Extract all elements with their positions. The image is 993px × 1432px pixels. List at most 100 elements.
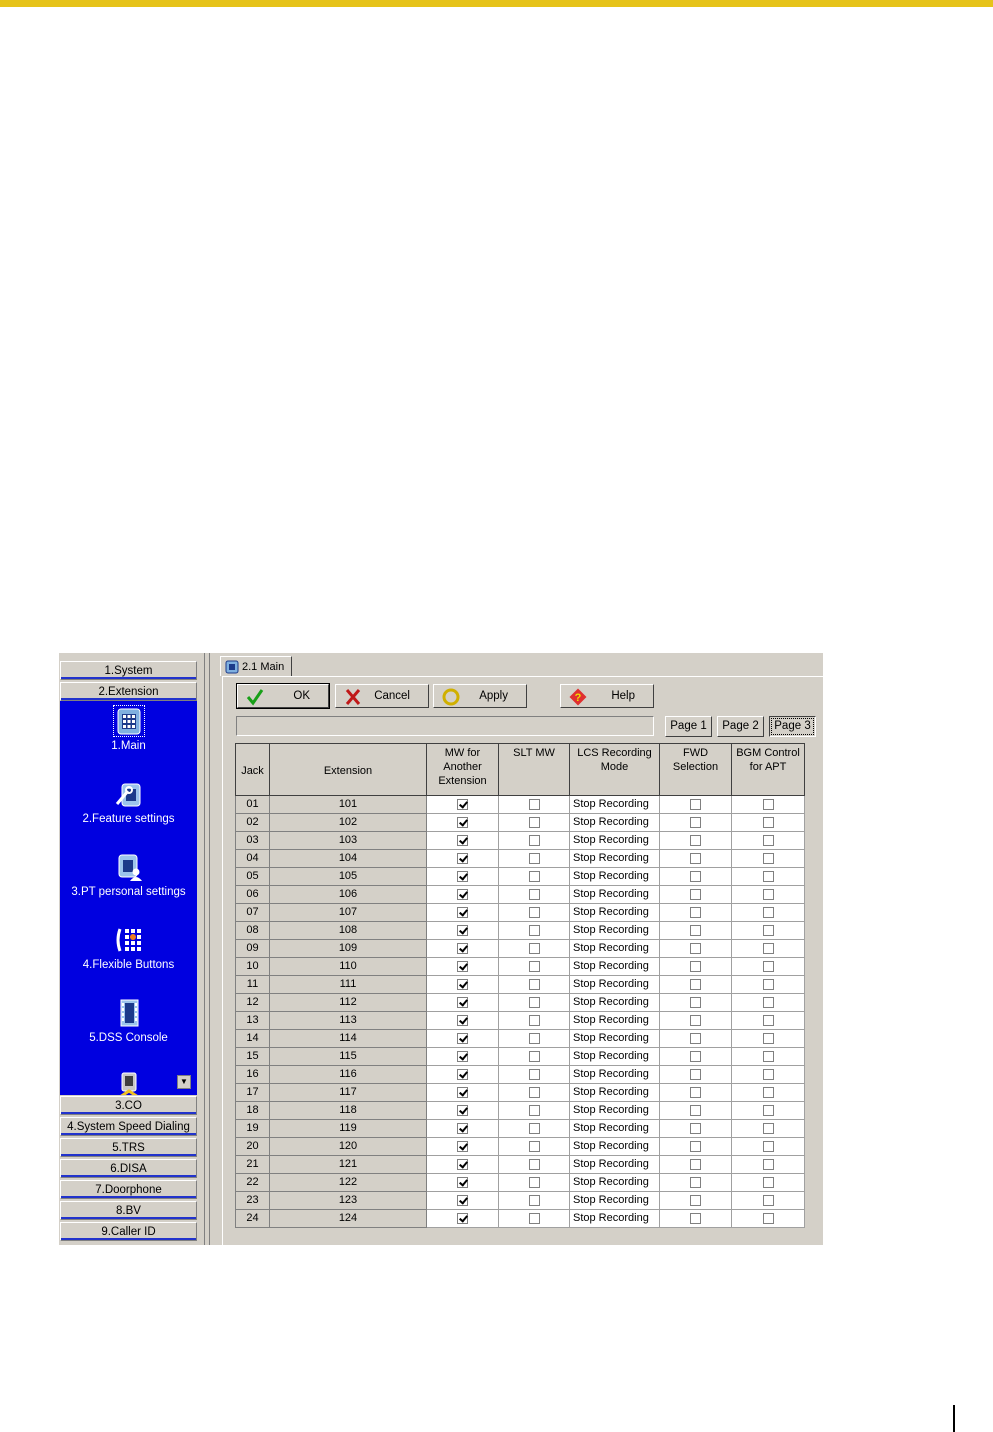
lcs-recording-select[interactable]: Stop Recording: [569, 813, 660, 832]
mw-another-checkbox[interactable]: [457, 1032, 468, 1044]
fwd-selection-checkbox[interactable]: [690, 888, 701, 900]
lcs-recording-select[interactable]: Stop Recording: [569, 795, 660, 814]
fwd-selection-checkbox[interactable]: [690, 942, 701, 954]
extension-cell[interactable]: 118: [269, 1101, 427, 1120]
slt-mw-checkbox[interactable]: [528, 1104, 540, 1116]
apply-button[interactable]: Apply: [433, 684, 527, 708]
extension-cell[interactable]: 108: [269, 921, 427, 940]
bgm-control-checkbox[interactable]: [762, 924, 774, 936]
lcs-recording-select[interactable]: Stop Recording: [569, 1011, 660, 1030]
extension-cell[interactable]: 120: [269, 1137, 427, 1156]
fwd-selection-checkbox[interactable]: [690, 1140, 701, 1152]
slt-mw-checkbox[interactable]: [528, 960, 540, 972]
slt-mw-checkbox[interactable]: [528, 1176, 540, 1188]
scroll-down-button[interactable]: ▼: [177, 1075, 191, 1089]
mw-another-checkbox[interactable]: [457, 1068, 468, 1080]
tab-main[interactable]: 2.1 Main: [220, 656, 292, 676]
bgm-control-checkbox[interactable]: [762, 852, 774, 864]
slt-mw-checkbox[interactable]: [528, 870, 540, 882]
fwd-selection-checkbox[interactable]: [690, 906, 701, 918]
sub-item-main[interactable]: 1.Main: [60, 705, 197, 752]
mw-another-checkbox[interactable]: [457, 1014, 468, 1026]
fwd-selection-checkbox[interactable]: [690, 1014, 701, 1026]
slt-mw-checkbox[interactable]: [528, 1158, 540, 1170]
pane-splitter[interactable]: [204, 653, 210, 1245]
mw-another-checkbox[interactable]: [457, 942, 468, 954]
fwd-selection-checkbox[interactable]: [690, 1158, 701, 1170]
cancel-button[interactable]: Cancel: [335, 684, 429, 708]
lcs-recording-select[interactable]: Stop Recording: [569, 1029, 660, 1048]
extension-cell[interactable]: 103: [269, 831, 427, 850]
mw-another-checkbox[interactable]: [457, 1194, 468, 1206]
bgm-control-checkbox[interactable]: [762, 996, 774, 1008]
lcs-recording-select[interactable]: Stop Recording: [569, 939, 660, 958]
bgm-control-checkbox[interactable]: [762, 1122, 774, 1134]
lcs-recording-select[interactable]: Stop Recording: [569, 867, 660, 886]
nav-item-caller-id[interactable]: 9.Caller ID: [60, 1222, 197, 1241]
lcs-recording-select[interactable]: Stop Recording: [569, 921, 660, 940]
extension-cell[interactable]: 115: [269, 1047, 427, 1066]
mw-another-checkbox[interactable]: [457, 1140, 468, 1152]
help-button[interactable]: ? Help: [560, 684, 654, 708]
mw-another-checkbox[interactable]: [457, 1104, 468, 1116]
lcs-recording-select[interactable]: Stop Recording: [569, 903, 660, 922]
bgm-control-checkbox[interactable]: [762, 1140, 774, 1152]
extension-cell[interactable]: 122: [269, 1173, 427, 1192]
mw-another-checkbox[interactable]: [457, 1158, 468, 1170]
fwd-selection-checkbox[interactable]: [690, 1176, 701, 1188]
extension-cell[interactable]: 107: [269, 903, 427, 922]
nav-item-trs[interactable]: 5.TRS: [60, 1138, 197, 1157]
fwd-selection-checkbox[interactable]: [690, 870, 701, 882]
fwd-selection-checkbox[interactable]: [690, 852, 701, 864]
lcs-recording-select[interactable]: Stop Recording: [569, 849, 660, 868]
mw-another-checkbox[interactable]: [457, 978, 468, 990]
fwd-selection-checkbox[interactable]: [690, 996, 701, 1008]
ok-button[interactable]: OK: [236, 683, 330, 709]
slt-mw-checkbox[interactable]: [528, 1068, 540, 1080]
mw-another-checkbox[interactable]: [457, 852, 468, 864]
fwd-selection-checkbox[interactable]: [690, 1032, 701, 1044]
bgm-control-checkbox[interactable]: [762, 960, 774, 972]
mw-another-checkbox[interactable]: [457, 888, 468, 900]
fwd-selection-checkbox[interactable]: [690, 816, 701, 828]
mw-another-checkbox[interactable]: [457, 870, 468, 882]
bgm-control-checkbox[interactable]: [762, 834, 774, 846]
slt-mw-checkbox[interactable]: [528, 1050, 540, 1062]
slt-mw-checkbox[interactable]: [528, 888, 540, 900]
extension-cell[interactable]: 105: [269, 867, 427, 886]
sub-item-flexible-buttons[interactable]: 4.Flexible Buttons: [60, 925, 197, 971]
mw-another-checkbox[interactable]: [457, 1050, 468, 1062]
mw-another-checkbox[interactable]: [457, 1122, 468, 1134]
bgm-control-checkbox[interactable]: [762, 870, 774, 882]
bgm-control-checkbox[interactable]: [762, 1212, 774, 1224]
nav-item-co[interactable]: 3.CO: [60, 1096, 197, 1115]
bgm-control-checkbox[interactable]: [762, 1104, 774, 1116]
slt-mw-checkbox[interactable]: [528, 924, 540, 936]
slt-mw-checkbox[interactable]: [528, 1212, 540, 1224]
lcs-recording-select[interactable]: Stop Recording: [569, 1209, 660, 1228]
extension-cell[interactable]: 109: [269, 939, 427, 958]
slt-mw-checkbox[interactable]: [528, 1086, 540, 1098]
lcs-recording-select[interactable]: Stop Recording: [569, 1119, 660, 1138]
lcs-recording-select[interactable]: Stop Recording: [569, 1137, 660, 1156]
nav-item-extension[interactable]: 2.Extension: [60, 682, 197, 701]
bgm-control-checkbox[interactable]: [762, 1176, 774, 1188]
bgm-control-checkbox[interactable]: [762, 1194, 774, 1206]
lcs-recording-select[interactable]: Stop Recording: [569, 1101, 660, 1120]
mw-another-checkbox[interactable]: [457, 798, 468, 810]
bgm-control-checkbox[interactable]: [762, 798, 774, 810]
extension-cell[interactable]: 124: [269, 1209, 427, 1228]
extension-cell[interactable]: 111: [269, 975, 427, 994]
mw-another-checkbox[interactable]: [457, 1212, 468, 1224]
page-3-button[interactable]: Page 3: [769, 716, 816, 737]
extension-cell[interactable]: 116: [269, 1065, 427, 1084]
extension-cell[interactable]: 117: [269, 1083, 427, 1102]
sub-item-feature-settings[interactable]: 2.Feature settings: [60, 779, 197, 825]
extension-cell[interactable]: 114: [269, 1029, 427, 1048]
fwd-selection-checkbox[interactable]: [690, 1104, 701, 1116]
slt-mw-checkbox[interactable]: [528, 834, 540, 846]
nav-item-system[interactable]: 1.System: [60, 661, 197, 680]
slt-mw-checkbox[interactable]: [528, 852, 540, 864]
bgm-control-checkbox[interactable]: [762, 942, 774, 954]
bgm-control-checkbox[interactable]: [762, 1068, 774, 1080]
